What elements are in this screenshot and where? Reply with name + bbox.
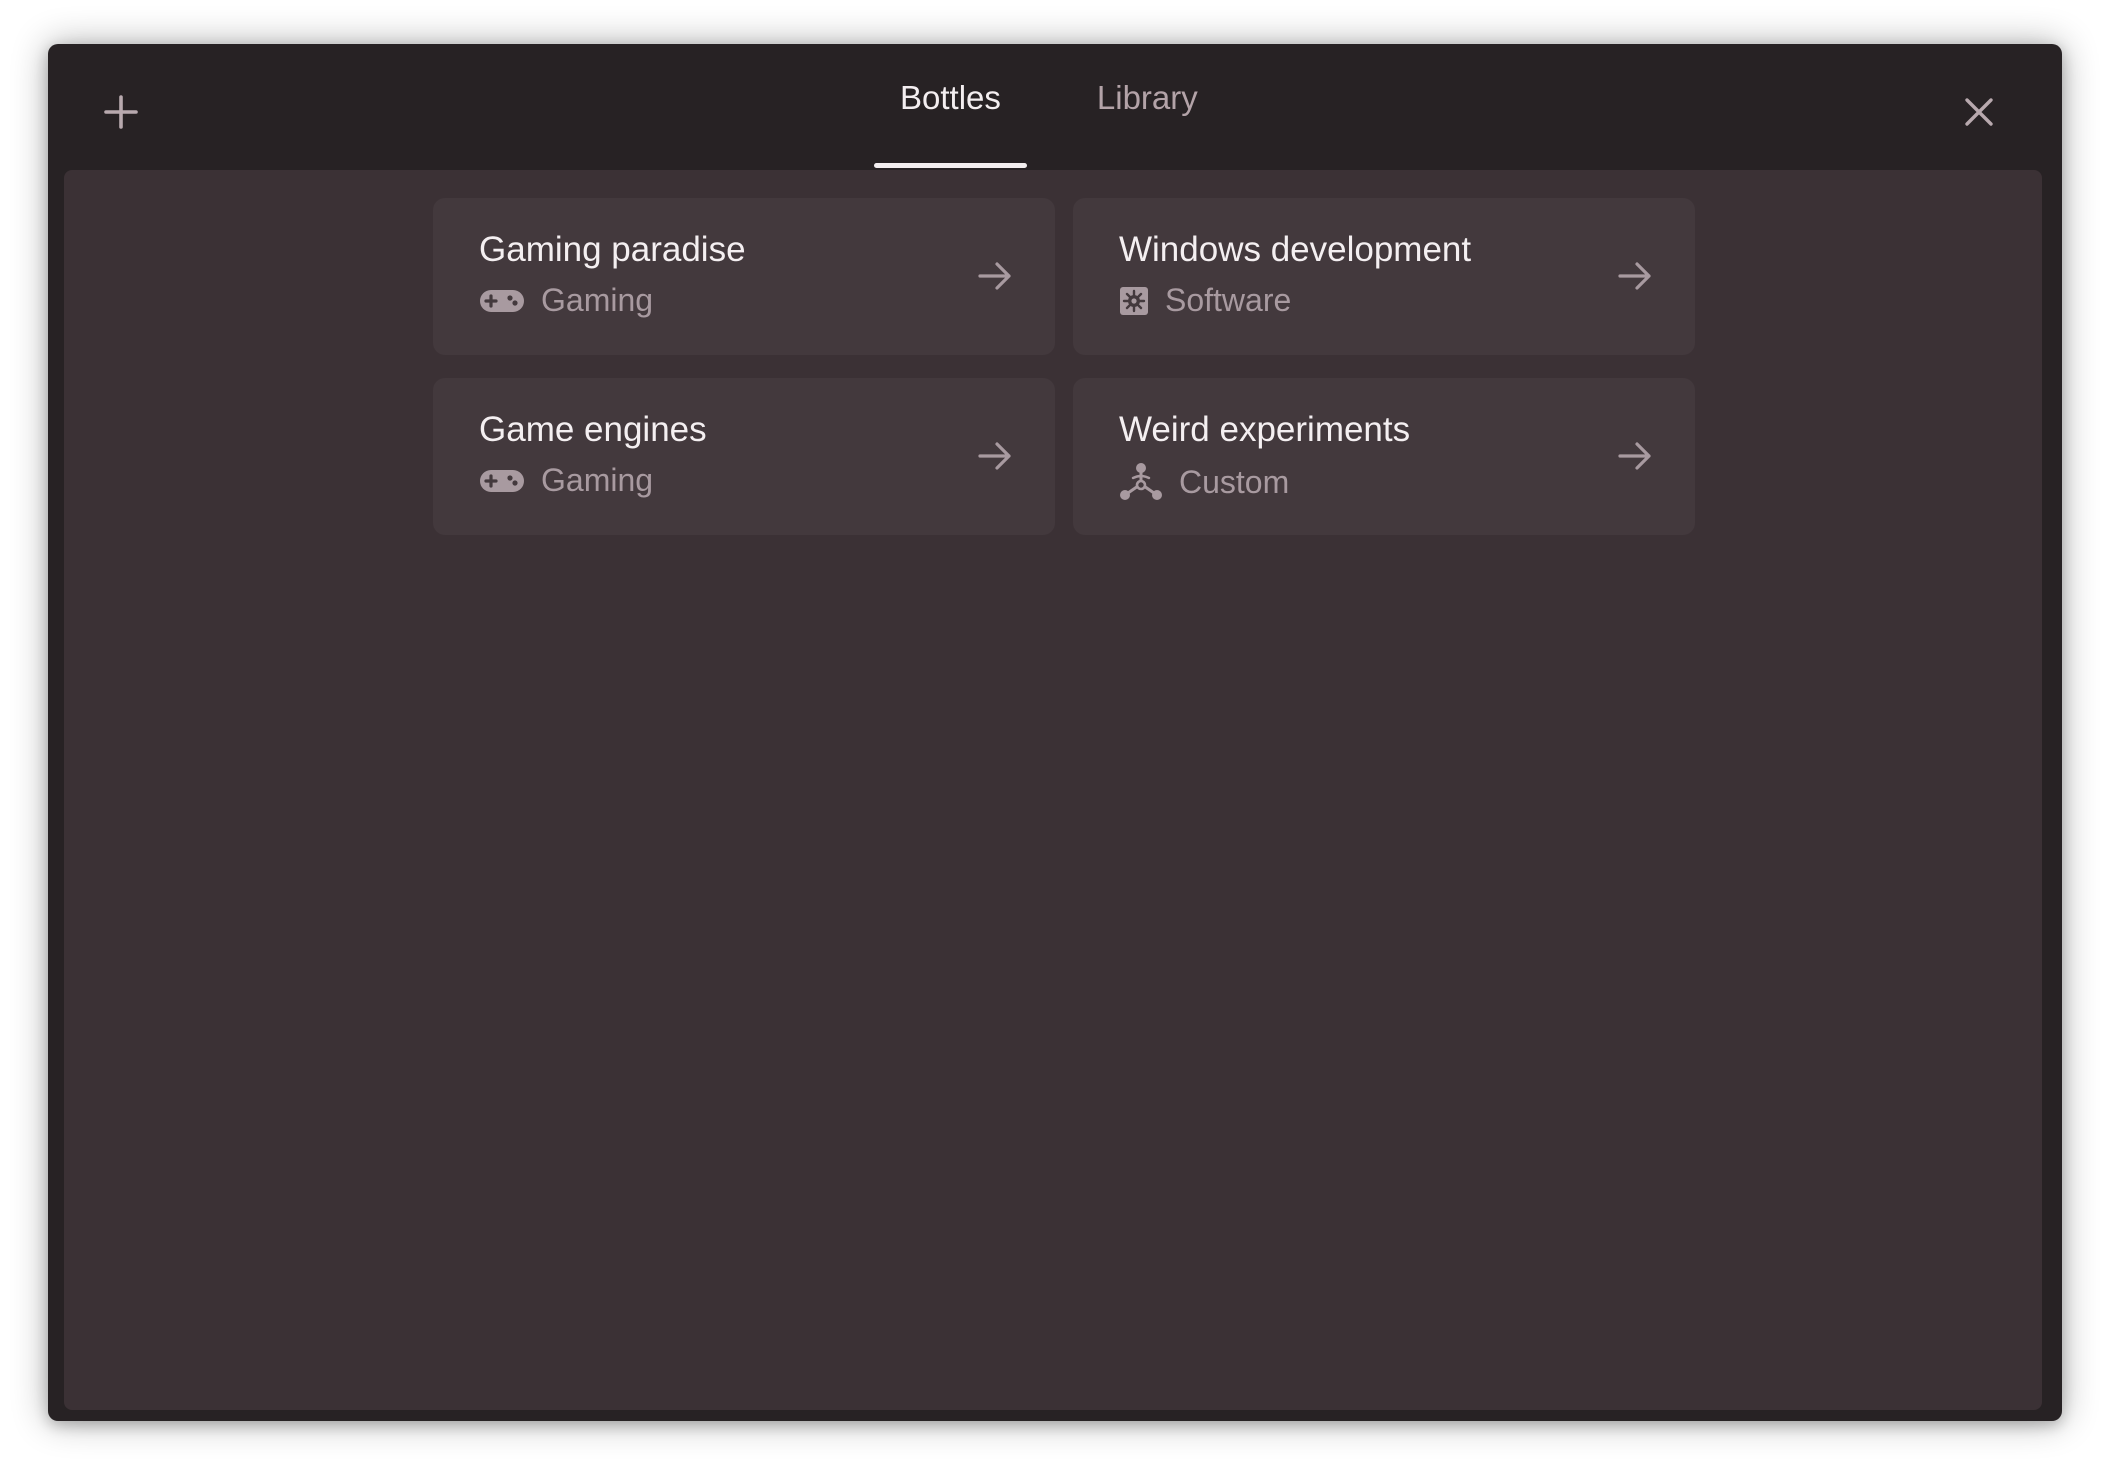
bottle-card[interactable]: Gaming paradise Gaming (433, 198, 1055, 355)
close-icon (1965, 98, 1993, 126)
arrow-right-icon (973, 254, 1017, 298)
bottle-card[interactable]: Game engines Gaming (433, 378, 1055, 535)
bottles-grid: Gaming paradise Gaming Windows developme… (433, 198, 1695, 535)
bottles-list-area: Gaming paradise Gaming Windows developme… (64, 170, 2042, 1410)
bottle-name: Weird experiments (1119, 410, 1411, 449)
software-icon (1119, 286, 1149, 316)
bottle-environment-label: Software (1165, 282, 1292, 318)
tab-bottles-label: Bottles (900, 79, 1001, 116)
bottle-card[interactable]: Windows development Software (1073, 198, 1695, 355)
bottle-environment-label: Gaming (541, 282, 654, 318)
bottles-window: Bottles Library Gaming paradise Gaming W… (48, 44, 2062, 1421)
tab-bottles[interactable]: Bottles (874, 44, 1027, 170)
bottle-environment: Gaming (479, 282, 653, 319)
arrow-right-icon (1613, 434, 1657, 478)
close-button[interactable] (1951, 84, 2007, 140)
arrow-right-icon (973, 434, 1017, 478)
bottle-environment: Gaming (479, 462, 653, 499)
plus-icon (104, 95, 138, 129)
bottle-environment: Custom (1119, 462, 1289, 502)
bottle-name: Gaming paradise (479, 230, 746, 269)
gamepad-icon (479, 288, 525, 314)
tab-library-label: Library (1096, 79, 1198, 116)
bottle-name: Game engines (479, 410, 707, 449)
custom-icon (1119, 462, 1163, 502)
bottle-environment-label: Gaming (541, 462, 654, 498)
header-bar: Bottles Library (48, 44, 2062, 170)
view-switcher: Bottles Library (874, 44, 1224, 170)
add-bottle-button[interactable] (93, 84, 149, 140)
tab-library[interactable]: Library (1071, 44, 1224, 170)
bottle-environment-label: Custom (1179, 463, 1290, 500)
bottle-environment: Software (1119, 282, 1291, 319)
arrow-right-icon (1613, 254, 1657, 298)
bottle-card[interactable]: Weird experiments Custom (1073, 378, 1695, 535)
gamepad-icon (479, 468, 525, 494)
bottle-name: Windows development (1119, 230, 1472, 269)
